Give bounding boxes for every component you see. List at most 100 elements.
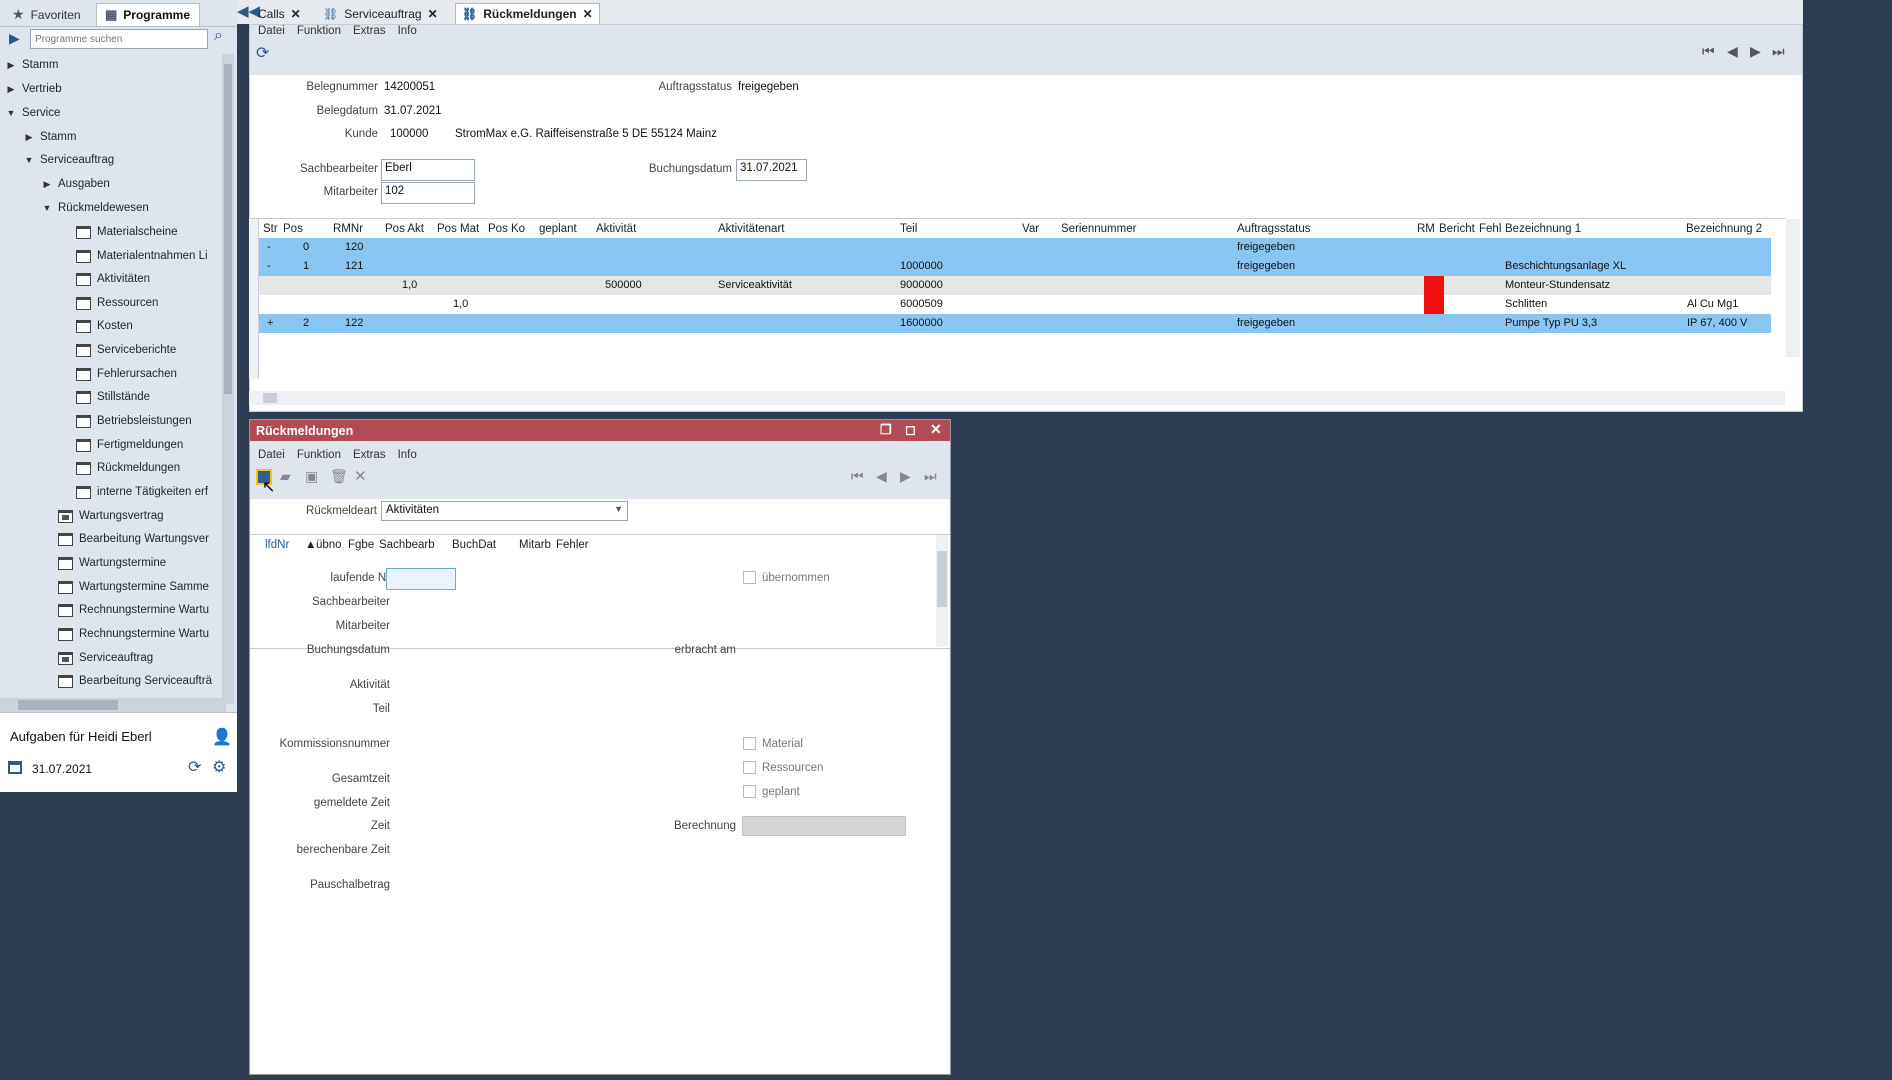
tree-item-vertrieb[interactable]: ▶ Vertrieb (6, 78, 62, 100)
menu-info[interactable]: Info (398, 449, 417, 461)
table-row[interactable]: 1,0 6000509 Schlitten Al Cu Mg1 (259, 295, 1771, 314)
col-pos-akt[interactable]: Pos Akt (385, 223, 424, 235)
sub-grid-scrollbar[interactable] (936, 535, 948, 647)
tree-item-kosten[interactable]: Kosten (76, 315, 133, 337)
tree-item-bearbeitung-serviceauftrag[interactable]: Bearbeitung Serviceaufträ (58, 670, 212, 692)
menu-info[interactable]: Info (398, 25, 417, 37)
menu-funktion[interactable]: Funktion (297, 449, 341, 461)
delete-icon[interactable]: 🗑 (330, 468, 348, 485)
tree-item-betriebsleistungen[interactable]: Betriebsleistungen (76, 410, 192, 432)
mitarbeiter-field[interactable]: 102 (381, 182, 475, 204)
next-record-icon[interactable]: ▶ (900, 468, 911, 485)
geplant-checkbox[interactable] (743, 785, 756, 798)
col-bezeichnung2[interactable]: Bezeichnung 2 (1686, 223, 1762, 235)
save-icon[interactable]: ▣ (305, 468, 318, 485)
col-teil[interactable]: Teil (900, 223, 917, 235)
tree-hscrollbar-thumb[interactable] (18, 700, 118, 710)
tab-calls[interactable]: Calls ✕ (252, 3, 307, 24)
tree-item-materialscheine[interactable]: Materialscheine (76, 221, 178, 243)
sachbearbeiter-field[interactable]: Eberl (381, 159, 475, 181)
last-record-icon[interactable]: ⏭ (924, 468, 937, 485)
tree-item-service[interactable]: ▼ Service (6, 102, 61, 124)
prev-record-icon[interactable]: ◀ (1727, 43, 1738, 60)
next-record-icon[interactable]: ▶ (1750, 43, 1761, 60)
tree-item-fertigmeldungen[interactable]: Fertigmeldungen (76, 434, 183, 456)
menu-extras[interactable]: Extras (353, 449, 386, 461)
tree-item-interne-taetigkeiten[interactable]: interne Tätigkeiten erf (76, 481, 208, 503)
berechnung-field[interactable] (742, 816, 906, 836)
search-icon[interactable]: ⌕ (214, 27, 223, 45)
tree-item-ausgaben[interactable]: ▶ Ausgaben (42, 173, 110, 195)
tree-item-rechnungstermine-1[interactable]: Rechnungstermine Wartu (58, 599, 209, 621)
table-row[interactable]: - 1 121 1000000 freigegeben Beschichtung… (259, 257, 1771, 276)
table-row[interactable]: + 2 122 1600000 freigegeben Pumpe Typ PU… (259, 314, 1771, 333)
laufende-nr-field[interactable] (386, 568, 456, 590)
maximize-icon[interactable]: ◻ (905, 422, 916, 438)
col-auftragsstatus[interactable]: Auftragsstatus (1237, 223, 1311, 235)
tree-item-fehlerursachen[interactable]: Fehlerursachen (76, 363, 177, 385)
grid-hscrollbar-thumb[interactable] (263, 393, 277, 403)
material-checkbox[interactable] (743, 737, 756, 750)
close-icon[interactable]: ✕ (583, 7, 593, 21)
tree-item-serviceauftrag[interactable]: ▼ Serviceauftrag (24, 149, 115, 171)
table-row[interactable]: 1,0 500000 Serviceaktivität 9000000 Mont… (259, 276, 1771, 295)
tree-item-serviceberichte[interactable]: Serviceberichte (76, 339, 176, 361)
col-fehler[interactable]: Fehler (556, 539, 589, 551)
tree-item-materialentnahmen[interactable]: Materialentnahmen Li (76, 245, 208, 267)
grid-hscrollbar[interactable] (249, 391, 1785, 405)
col-aktivitaet[interactable]: Aktivität (596, 223, 636, 235)
col-rm[interactable]: RM (1417, 223, 1435, 235)
grid-vscrollbar[interactable] (1786, 219, 1800, 357)
menu-funktion[interactable]: Funktion (297, 25, 341, 37)
tree-item-rechnungstermine-2[interactable]: Rechnungstermine Wartu (58, 623, 209, 645)
tree-item-stamm[interactable]: ▶ Stamm (6, 54, 59, 76)
tree-item-wartungstermine-sammel[interactable]: Wartungstermine Samme (58, 576, 209, 598)
col-sachbearb[interactable]: Sachbearb (379, 539, 435, 551)
menu-extras[interactable]: Extras (353, 25, 386, 37)
col-pos-mat[interactable]: Pos Mat (437, 223, 479, 235)
rueckmeldeart-select[interactable]: Aktivitäten ▼ (381, 501, 628, 521)
col-var[interactable]: Var (1022, 223, 1039, 235)
tree-item-ressourcen[interactable]: Ressourcen (76, 292, 158, 314)
first-record-icon[interactable]: ⏮ (1702, 43, 1715, 60)
first-record-icon[interactable]: ⏮ (851, 468, 864, 485)
menu-datei[interactable]: Datei (258, 25, 285, 37)
close-icon[interactable]: ✕ (428, 7, 438, 21)
col-uebno[interactable]: übno (316, 539, 342, 551)
col-lfdnr[interactable]: lfdNr (265, 539, 289, 551)
tree-item-serviceauftrag-2[interactable]: Serviceauftrag (58, 647, 153, 669)
tree-item-service-stamm[interactable]: ▶ Stamm (24, 126, 77, 148)
col-bericht[interactable]: Bericht (1439, 223, 1475, 235)
tab-rueckmeldungen[interactable]: ⛓ Rückmeldungen ✕ (455, 3, 600, 24)
sub-grid-scrollbar-thumb[interactable] (937, 551, 947, 607)
close-icon[interactable]: ✕ (930, 421, 942, 438)
menu-datei[interactable]: Datei (258, 449, 285, 461)
rueckmeldungen-titlebar[interactable]: Rückmeldungen ❐ ◻ ✕ (250, 420, 950, 441)
restore-icon[interactable]: ❐ (880, 422, 892, 438)
tree-item-wartungstermine[interactable]: Wartungstermine (58, 552, 166, 574)
uebernommen-checkbox[interactable] (743, 571, 756, 584)
col-fgbe[interactable]: Fgbe (348, 539, 374, 551)
refresh-icon[interactable]: ⟳ (256, 43, 269, 63)
tree-item-aktivitaeten[interactable]: Aktivitäten (76, 268, 150, 290)
col-bezeichnung1[interactable]: Bezeichnung 1 (1505, 223, 1581, 235)
col-mitarb[interactable]: Mitarb (519, 539, 551, 551)
col-fehl[interactable]: Fehl (1479, 223, 1501, 235)
tree-item-bearbeitung-wartungsvertrag[interactable]: Bearbeitung Wartungsver (58, 528, 209, 550)
last-record-icon[interactable]: ⏭ (1772, 43, 1785, 60)
tab-programs[interactable]: ▦ Programme (96, 3, 200, 26)
col-seriennummer[interactable]: Seriennummer (1061, 223, 1136, 235)
tab-serviceauftrag[interactable]: ⛓ Serviceauftrag ✕ (317, 3, 444, 24)
open-folder-icon[interactable]: ▰ (280, 468, 291, 485)
tree-scrollbar-thumb[interactable] (224, 64, 232, 394)
col-rmnr[interactable]: RMNr (333, 223, 363, 235)
play-icon[interactable]: ▶ (9, 30, 20, 47)
tree-item-wartungsvertrag[interactable]: Wartungsvertrag (58, 505, 164, 527)
close-icon[interactable]: ✕ (291, 7, 301, 21)
prev-record-icon[interactable]: ◀ (876, 468, 887, 485)
tab-favorites[interactable]: ★ Favoriten (4, 3, 94, 26)
ressourcen-checkbox[interactable] (743, 761, 756, 774)
col-geplant[interactable]: geplant (539, 223, 577, 235)
col-pos-ko[interactable]: Pos Ko (488, 223, 525, 235)
col-str[interactable]: Str (263, 223, 278, 235)
